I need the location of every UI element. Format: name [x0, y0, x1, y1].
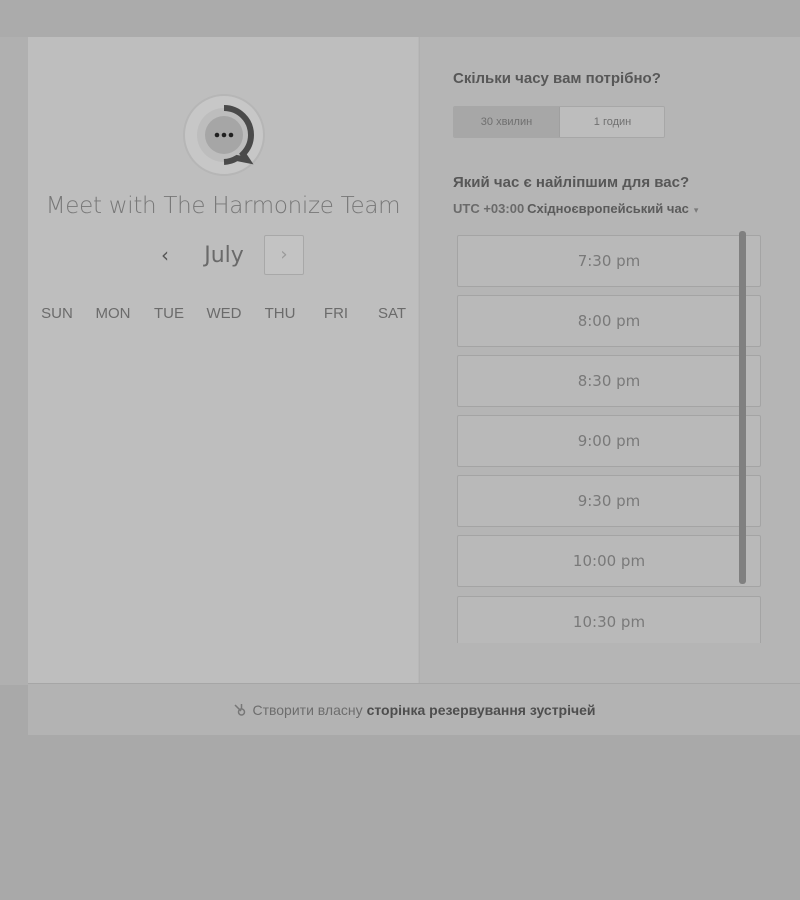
- timezone-name: Східноєвропейський час: [527, 201, 689, 216]
- timezone-selector[interactable]: UTC +03:00 Східноєвропейський час ▾: [453, 201, 698, 216]
- booking-card: Meet with The Harmonize Team ‹ July › SU…: [28, 37, 800, 735]
- duration-option-30min[interactable]: 30 хвилин: [454, 107, 560, 137]
- weekday-sat: SAT: [377, 305, 407, 322]
- footer-link[interactable]: сторінка резервування зустрічей: [367, 702, 596, 718]
- weekday-wed: WED: [206, 305, 242, 322]
- time-slot[interactable]: 9:30 pm: [457, 475, 761, 527]
- time-question: Який час є найліпшим для вас?: [453, 174, 690, 191]
- time-slot-list: 7:30 pm 8:00 pm 8:30 pm 9:00 pm 9:30 pm …: [457, 235, 761, 643]
- duration-question: Скільки часу вам потрібно?: [453, 70, 661, 87]
- duration-selector: 30 хвилин 1 годин: [453, 106, 665, 138]
- time-slot[interactable]: 10:00 pm: [457, 535, 761, 587]
- month-label: July: [204, 243, 244, 268]
- caret-down-icon: ▾: [693, 205, 699, 215]
- chat-bubble-icon: [183, 94, 265, 176]
- chevron-left-icon: ‹: [161, 243, 169, 267]
- footer-bar: Створити власну сторінка резервування зу…: [28, 683, 800, 735]
- timezone-offset: UTC +03:00: [453, 201, 525, 216]
- weekday-thu: THU: [264, 305, 296, 322]
- time-slot[interactable]: 7:30 pm: [457, 235, 761, 287]
- weekday-mon: MON: [95, 305, 131, 322]
- chevron-right-icon: ›: [280, 244, 288, 265]
- time-slot[interactable]: 8:30 pm: [457, 355, 761, 407]
- time-slot[interactable]: 10:30 pm: [457, 596, 761, 643]
- prev-month-button[interactable]: ‹: [150, 235, 180, 275]
- weekday-tue: TUE: [154, 305, 184, 322]
- duration-option-1hour[interactable]: 1 годин: [560, 107, 664, 137]
- sprocket-icon: [234, 703, 246, 716]
- time-slot[interactable]: 9:00 pm: [457, 415, 761, 467]
- weekday-sun: SUN: [41, 305, 73, 322]
- meeting-title: Meet with The Harmonize Team: [45, 193, 401, 219]
- time-slot[interactable]: 8:00 pm: [457, 295, 761, 347]
- next-month-button[interactable]: ›: [264, 235, 304, 275]
- calendar-panel: Meet with The Harmonize Team ‹ July › SU…: [28, 37, 419, 683]
- weekday-fri: FRI: [323, 305, 349, 322]
- page-top-band: [0, 0, 800, 37]
- footer-prefix: Створити власну: [252, 701, 363, 718]
- scrollbar-thumb[interactable]: [739, 231, 746, 584]
- weekday-header: SUN MON TUE WED THU FRI SAT: [28, 305, 420, 325]
